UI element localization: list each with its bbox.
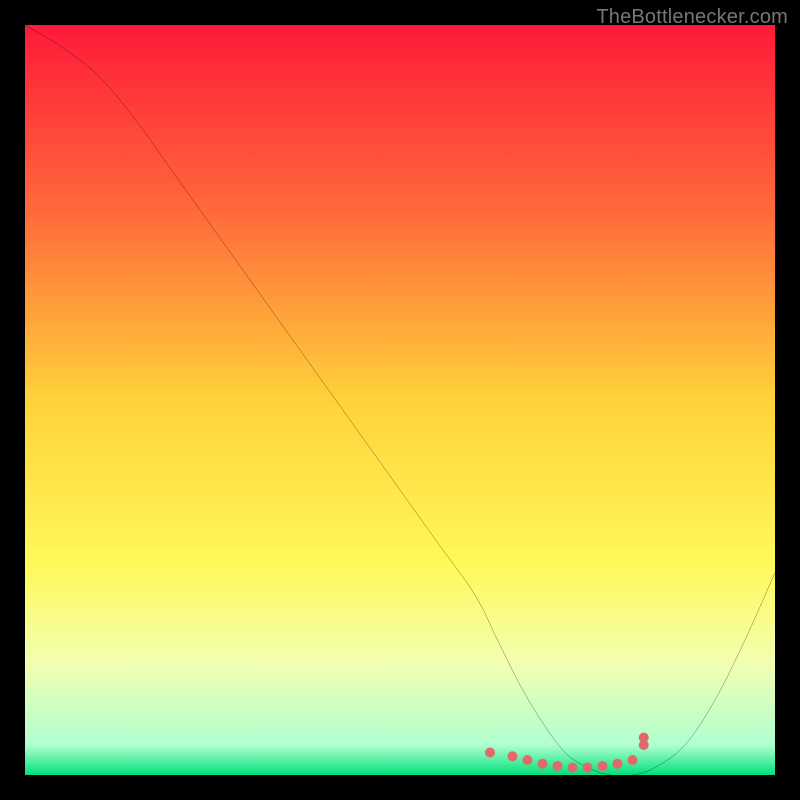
marker-dot [597, 761, 607, 771]
marker-dot [522, 755, 532, 765]
marker-dot [639, 732, 649, 742]
marker-dot [537, 759, 547, 769]
chart-container: TheBottlenecker.com [0, 0, 800, 800]
marker-dot [507, 751, 517, 761]
bottleneck-plot [25, 25, 775, 775]
marker-dot [485, 747, 495, 757]
marker-dot [567, 762, 577, 772]
marker-dot [612, 759, 622, 769]
marker-dot [627, 755, 637, 765]
plot-background [25, 25, 775, 775]
marker-dot [552, 761, 562, 771]
marker-dot [582, 762, 592, 772]
